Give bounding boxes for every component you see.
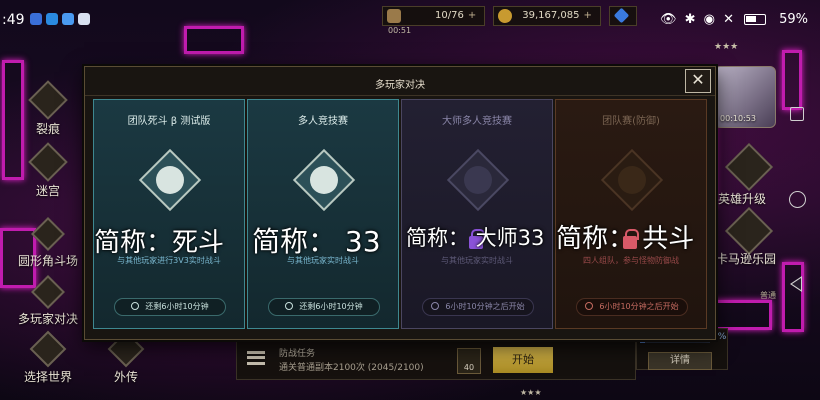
gem-icon <box>613 7 630 24</box>
overlay-label-team-defense: 简称： 共斗 <box>556 224 695 254</box>
back-icon[interactable] <box>790 276 802 292</box>
detail-button[interactable]: 详情 <box>648 352 712 370</box>
app-notification-icon <box>62 13 74 25</box>
card-title: 多人竞技赛 <box>298 116 348 127</box>
modal-title: 多玩家对决 <box>375 80 425 91</box>
card-status: 还剩6小时10分钟 <box>268 298 380 316</box>
clock-icon <box>285 302 294 310</box>
app-notification-icon <box>46 13 58 25</box>
team-defense-emblem-icon <box>600 148 664 212</box>
status-text: 还剩6小时10分钟 <box>299 302 363 311</box>
notification-icons <box>30 13 90 25</box>
app-notification-icon <box>30 13 42 25</box>
menu-item-rift[interactable]: 裂痕 <box>6 80 90 137</box>
energy-timer: 00:51 <box>388 26 412 35</box>
close-button[interactable]: ✕ <box>685 69 711 93</box>
menu-item-side-story[interactable]: 外传 <box>84 330 168 385</box>
clock-icon <box>585 302 594 310</box>
card-status: 还剩6小时10分钟 <box>114 298 226 316</box>
resource-bar: 10/76 + 39,167,085 + <box>382 6 637 28</box>
card-status: 6小时10分钟之后开始 <box>422 298 534 316</box>
battery-icon <box>744 14 766 25</box>
menu-label: 外传 <box>113 370 138 384</box>
overlay-label-master-arena: 简称： 大师33 <box>406 226 545 250</box>
emblem-core <box>310 166 338 194</box>
avatar-timer: 00:10:53 <box>720 114 756 123</box>
menu-label: 圆形角斗场 <box>17 254 78 268</box>
menu-item-select-world[interactable]: 选择世界 <box>6 330 90 385</box>
card-description: 四人组队，参与怪物防御战 <box>583 256 679 265</box>
emblem-core <box>464 166 492 194</box>
system-status-icons: 👁 ✱ ◉ ✕ <box>659 12 736 27</box>
hero-upgrade-button[interactable]: 英雄升级 <box>718 190 766 207</box>
card-status: 6小时10分钟之后开始 <box>576 298 688 316</box>
quest-start-button[interactable]: 开始 <box>493 347 553 373</box>
clock-icon <box>431 302 440 310</box>
app-notification-icon <box>78 13 90 25</box>
menu-icon[interactable] <box>247 351 265 365</box>
bottom-stars: ★★★ <box>520 388 542 397</box>
menu-label: 迷宫 <box>35 184 60 198</box>
add-energy-icon[interactable]: + <box>468 10 476 21</box>
energy-value: 10/76 <box>435 10 464 21</box>
gold-value: 39,167,085 <box>522 10 580 21</box>
labyrinth-icon <box>28 142 68 182</box>
menu-label: 选择世界 <box>23 370 72 384</box>
status-text: 还剩6小时10分钟 <box>145 302 209 311</box>
energy-counter[interactable]: 10/76 + <box>382 6 486 26</box>
energy-icon <box>387 9 401 23</box>
mode-card-arena[interactable]: 多人竞技赛 与其他玩家实时战斗 还剩6小时10分钟 <box>247 99 399 329</box>
hint-label: 普通 <box>760 291 776 300</box>
menu-label: 多玩家对决 <box>17 312 78 326</box>
card-title: 大师多人竞技赛 <box>442 116 512 127</box>
add-gold-icon[interactable]: + <box>583 10 591 21</box>
arena-emblem-icon <box>292 148 356 212</box>
mode-card-team-deathmatch[interactable]: 团队死斗 β 测试版 与其他玩家进行3V3实时战斗 还剩6小时10分钟 <box>93 99 245 329</box>
menu-item-arena[interactable]: 圆形角斗场 <box>6 217 90 269</box>
team-deathmatch-emblem-icon <box>138 148 202 212</box>
overlay-label-deathmatch: 简称：死斗 <box>94 228 225 258</box>
emblem-core <box>156 166 184 194</box>
multiplayer-icon <box>31 275 65 309</box>
clock-icon <box>131 302 140 310</box>
arena-icon <box>31 217 65 251</box>
quest-title: 防战任务 <box>279 349 316 359</box>
gold-coin-icon <box>498 9 513 23</box>
overlay-label-arena: 简称： 33 <box>252 225 381 258</box>
master-arena-emblem-icon <box>446 148 510 212</box>
recent-apps-icon[interactable] <box>790 107 804 121</box>
carnival-button[interactable]: 卡马逊乐园 <box>716 250 776 267</box>
status-text: 6小时10分钟之后开始 <box>599 302 679 311</box>
status-time: :49 <box>2 12 25 28</box>
quest-item-count: 40 <box>457 348 481 374</box>
card-description: 与其他玩家实时战斗 <box>441 256 513 265</box>
quest-bar: 防战任务 通关普通副本2100次 (2045/2100) 40 开始 <box>236 340 636 380</box>
multiplayer-modal: 多玩家对决 ✕ 团队死斗 β 测试版 与其他玩家进行3V3实时战斗 还剩6小时1… <box>84 66 716 340</box>
menu-item-labyrinth[interactable]: 迷宫 <box>6 142 90 199</box>
mode-card-master-arena[interactable]: 大师多人竞技赛 与其他玩家实时战斗 6小时10分钟之后开始 <box>401 99 553 329</box>
neon-decoration <box>712 300 772 330</box>
card-title: 团队赛(防御) <box>602 116 660 127</box>
home-icon[interactable] <box>789 191 806 208</box>
gem-counter[interactable] <box>608 6 637 26</box>
mode-card-team-defense[interactable]: 团队赛(防御) 四人组队，参与怪物防御战 6小时10分钟之后开始 <box>555 99 707 329</box>
card-title: 团队死斗 β 测试版 <box>127 116 211 127</box>
rift-icon <box>28 80 68 120</box>
quest-description: 通关普通副本2100次 (2045/2100) <box>279 363 424 373</box>
divider <box>85 95 715 96</box>
status-text: 6小时10分钟之后开始 <box>445 302 525 311</box>
menu-label: 裂痕 <box>35 122 60 136</box>
emblem-core <box>618 166 646 194</box>
gold-counter[interactable]: 39,167,085 + <box>493 6 601 26</box>
hero-stars: ★★★ <box>714 42 739 52</box>
menu-item-multiplayer[interactable]: 多玩家对决 <box>6 275 90 327</box>
world-icon <box>29 330 67 368</box>
